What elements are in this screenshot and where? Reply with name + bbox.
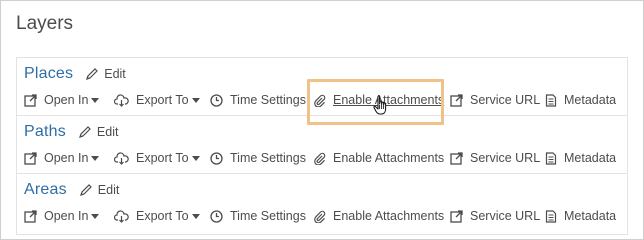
layer-row-places: Places Edit Open In Export To Time Setti…	[17, 58, 627, 116]
service-url-button[interactable]: Service URL	[450, 91, 540, 109]
export-to-dropdown[interactable]: Export To	[114, 91, 200, 109]
open-in-dropdown[interactable]: Open In	[24, 149, 100, 167]
layer-row-paths: Paths Edit Open In Export To Time Settin…	[17, 116, 627, 174]
enable-attachments-label: Enable Attachments	[333, 93, 445, 107]
time-settings-label: Time Settings	[230, 93, 306, 107]
edit-label: Edit	[97, 183, 120, 197]
open-in-label: Open In	[44, 209, 89, 223]
layers-panel: Layers Places Edit Open In Export To Tim…	[0, 0, 644, 240]
cloud-download-icon	[114, 209, 129, 223]
service-url-label: Service URL	[470, 93, 541, 107]
metadata-button[interactable]: Metadata	[545, 91, 616, 109]
pencil-icon	[85, 67, 99, 81]
time-settings-label: Time Settings	[230, 151, 306, 165]
pencil-icon	[79, 183, 93, 197]
export-to-dropdown[interactable]: Export To	[114, 207, 200, 225]
time-settings-button[interactable]: Time Settings	[210, 91, 306, 109]
layer-actions: Open In Export To Time Settings Enable A…	[24, 207, 624, 225]
layer-row-areas: Areas Edit Open In Export To Time Settin…	[17, 174, 627, 236]
metadata-button[interactable]: Metadata	[545, 207, 616, 225]
pencil-icon	[78, 125, 92, 139]
paperclip-icon	[313, 210, 326, 223]
enable-attachments-label: Enable Attachments	[333, 209, 445, 223]
enable-attachments-button[interactable]: Enable Attachments	[313, 91, 444, 109]
chevron-down-icon	[91, 156, 100, 161]
metadata-button[interactable]: Metadata	[545, 149, 616, 167]
layer-actions: Open In Export To Time Settings Enable A…	[24, 149, 624, 167]
document-icon	[545, 151, 557, 165]
open-in-new-icon	[24, 209, 37, 223]
chevron-down-icon	[91, 98, 100, 103]
clock-icon	[210, 151, 223, 165]
metadata-label: Metadata	[564, 93, 617, 107]
layer-name[interactable]: Areas	[24, 181, 67, 199]
open-in-label: Open In	[44, 151, 89, 165]
export-to-dropdown[interactable]: Export To	[114, 149, 200, 167]
layer-name[interactable]: Paths	[24, 123, 66, 141]
external-link-icon	[450, 209, 463, 223]
enable-attachments-label: Enable Attachments	[333, 151, 445, 165]
enable-attachments-button[interactable]: Enable Attachments	[313, 207, 444, 225]
chevron-down-icon	[191, 156, 200, 161]
time-settings-button[interactable]: Time Settings	[210, 207, 306, 225]
paperclip-icon	[313, 94, 326, 107]
document-icon	[545, 209, 557, 223]
edit-button[interactable]: Edit	[78, 125, 119, 139]
time-settings-button[interactable]: Time Settings	[210, 149, 306, 167]
service-url-label: Service URL	[470, 151, 541, 165]
external-link-icon	[450, 93, 463, 107]
export-to-label: Export To	[136, 209, 189, 223]
clock-icon	[210, 93, 223, 107]
chevron-down-icon	[191, 214, 200, 219]
open-in-new-icon	[24, 151, 37, 165]
chevron-down-icon	[91, 214, 100, 219]
edit-button[interactable]: Edit	[85, 67, 126, 81]
open-in-dropdown[interactable]: Open In	[24, 207, 100, 225]
chevron-down-icon	[191, 98, 200, 103]
edit-label: Edit	[104, 67, 126, 81]
layer-header: Areas Edit	[24, 181, 119, 199]
document-icon	[545, 93, 557, 107]
clock-icon	[210, 209, 223, 223]
export-to-label: Export To	[136, 93, 189, 107]
enable-attachments-button[interactable]: Enable Attachments	[313, 149, 444, 167]
cloud-download-icon	[114, 151, 129, 165]
open-in-label: Open In	[44, 93, 89, 107]
layer-header: Places Edit	[24, 65, 126, 83]
service-url-label: Service URL	[470, 209, 541, 223]
layer-header: Paths Edit	[24, 123, 118, 141]
edit-label: Edit	[96, 125, 119, 139]
cloud-download-icon	[114, 93, 129, 107]
page-title: Layers	[16, 13, 74, 34]
metadata-label: Metadata	[564, 151, 617, 165]
export-to-label: Export To	[136, 151, 189, 165]
time-settings-label: Time Settings	[230, 209, 306, 223]
open-in-new-icon	[24, 93, 37, 107]
layer-actions: Open In Export To Time Settings Enable A…	[24, 91, 624, 109]
layers-list: Places Edit Open In Export To Time Setti…	[16, 57, 628, 235]
edit-button[interactable]: Edit	[79, 183, 120, 197]
paperclip-icon	[313, 152, 326, 165]
service-url-button[interactable]: Service URL	[450, 149, 540, 167]
service-url-button[interactable]: Service URL	[450, 207, 540, 225]
layer-name[interactable]: Places	[24, 65, 73, 83]
external-link-icon	[450, 151, 463, 165]
metadata-label: Metadata	[564, 209, 617, 223]
open-in-dropdown[interactable]: Open In	[24, 91, 100, 109]
